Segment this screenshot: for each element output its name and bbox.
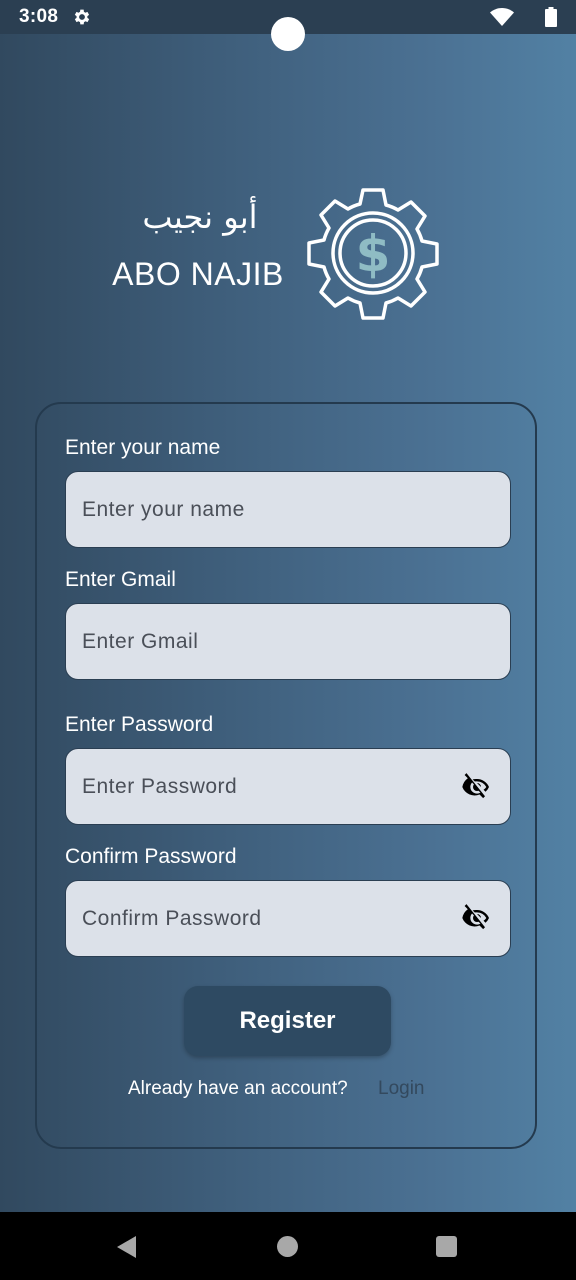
back-icon[interactable] (116, 1236, 138, 1258)
svg-text:$: $ (356, 225, 391, 283)
camera-cutout (271, 17, 305, 51)
eye-off-icon (462, 773, 489, 799)
eye-off-icon (462, 904, 489, 930)
password-label: Enter Password (65, 713, 214, 736)
confirm-password-input[interactable] (65, 880, 511, 957)
gear-dollar-icon: $ (307, 188, 439, 320)
wifi-icon (490, 8, 514, 26)
password-input[interactable] (65, 748, 511, 825)
confirm-password-label: Confirm Password (65, 845, 237, 868)
status-time: 3:08 (19, 6, 59, 27)
brand-arabic-name: أبو نجيب (142, 198, 258, 236)
home-icon[interactable] (277, 1236, 298, 1257)
navigation-bar (0, 1212, 576, 1280)
recents-icon[interactable] (436, 1236, 457, 1257)
brand-name: ABO NAJIB (112, 256, 284, 292)
register-screen: 3:08 أبو نجيب ABO NAJIB $ Enter your nam… (0, 0, 576, 1280)
name-input[interactable] (65, 471, 511, 548)
password-visibility-toggle[interactable] (460, 770, 494, 804)
register-button[interactable]: Register (184, 986, 391, 1056)
battery-icon (545, 7, 557, 27)
gmail-input[interactable] (65, 603, 511, 680)
gear-icon (74, 9, 90, 25)
gmail-label: Enter Gmail (65, 568, 176, 591)
login-link[interactable]: Login (378, 1078, 425, 1100)
name-label: Enter your name (65, 436, 221, 459)
confirm-password-visibility-toggle[interactable] (460, 901, 494, 935)
already-have-account-text: Already have an account? (128, 1078, 348, 1099)
